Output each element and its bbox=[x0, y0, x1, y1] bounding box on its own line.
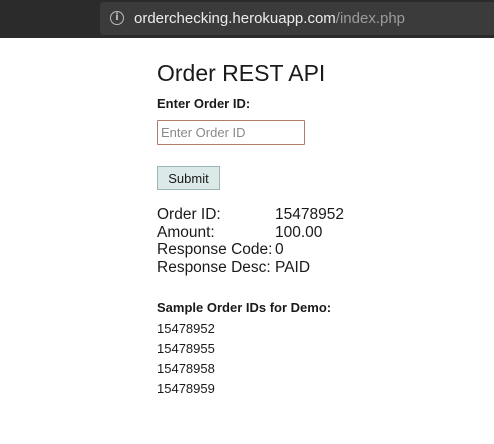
site-info-icon[interactable]: i bbox=[110, 11, 124, 25]
url-text[interactable]: orderchecking.herokuapp.com/index.php bbox=[134, 10, 405, 27]
sample-id-item: 15478959 bbox=[157, 381, 215, 396]
result-key: Order ID: bbox=[157, 206, 221, 223]
result-value: PAID bbox=[275, 258, 311, 276]
url-host: orderchecking.herokuapp.com bbox=[134, 10, 336, 27]
sample-id-item: 15478958 bbox=[157, 361, 215, 376]
submit-button[interactable]: Submit bbox=[157, 166, 220, 190]
result-key: Response Desc: bbox=[157, 258, 271, 276]
url-field[interactable]: i orderchecking.herokuapp.com/index.php bbox=[100, 2, 494, 35]
result-value: 100.00 bbox=[275, 223, 323, 241]
page-title: Order REST API bbox=[157, 60, 326, 86]
order-id-input[interactable] bbox=[157, 120, 305, 145]
sample-ids-heading: Sample Order IDs for Demo: bbox=[157, 300, 332, 315]
result-value: 15478952 bbox=[275, 206, 344, 223]
result-key: Amount: bbox=[157, 223, 215, 241]
order-id-label: Enter Order ID: bbox=[157, 96, 251, 111]
url-path: /index.php bbox=[335, 10, 406, 27]
sample-id-item: 15478952 bbox=[157, 321, 215, 336]
sample-id-item: 15478955 bbox=[157, 341, 215, 356]
sample-ids-list: 15478952 15478955 15478958 15478959 bbox=[157, 319, 215, 399]
result-key: Response Code: bbox=[157, 241, 273, 258]
result-value: 0 bbox=[275, 241, 284, 258]
browser-address-bar: i orderchecking.herokuapp.com/index.php bbox=[0, 0, 494, 38]
